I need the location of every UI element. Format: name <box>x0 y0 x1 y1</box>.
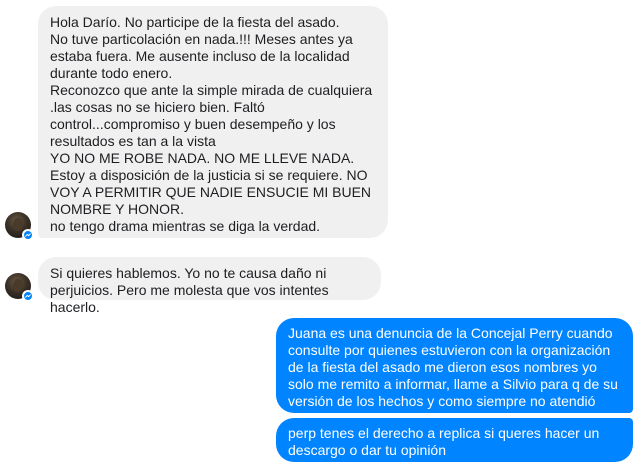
outgoing-message-bubble[interactable]: perp tenes el derecho a replica si quere… <box>276 418 633 462</box>
contact-avatar[interactable] <box>5 273 34 302</box>
messenger-badge-icon <box>22 290 34 302</box>
outgoing-message-bubble[interactable]: Juana es una denuncia de la Concejal Per… <box>276 318 633 413</box>
message-thread: Hola Darío. No participe de la fiesta de… <box>0 0 640 469</box>
incoming-message-bubble[interactable]: Hola Darío. No participe de la fiesta de… <box>38 6 388 238</box>
avatar-photo <box>13 279 23 292</box>
contact-avatar[interactable] <box>5 212 34 241</box>
messenger-badge-icon <box>22 229 34 241</box>
incoming-message-bubble[interactable]: Si quieres hablemos. Yo no te causa daño… <box>38 257 381 315</box>
avatar-photo <box>13 218 23 231</box>
